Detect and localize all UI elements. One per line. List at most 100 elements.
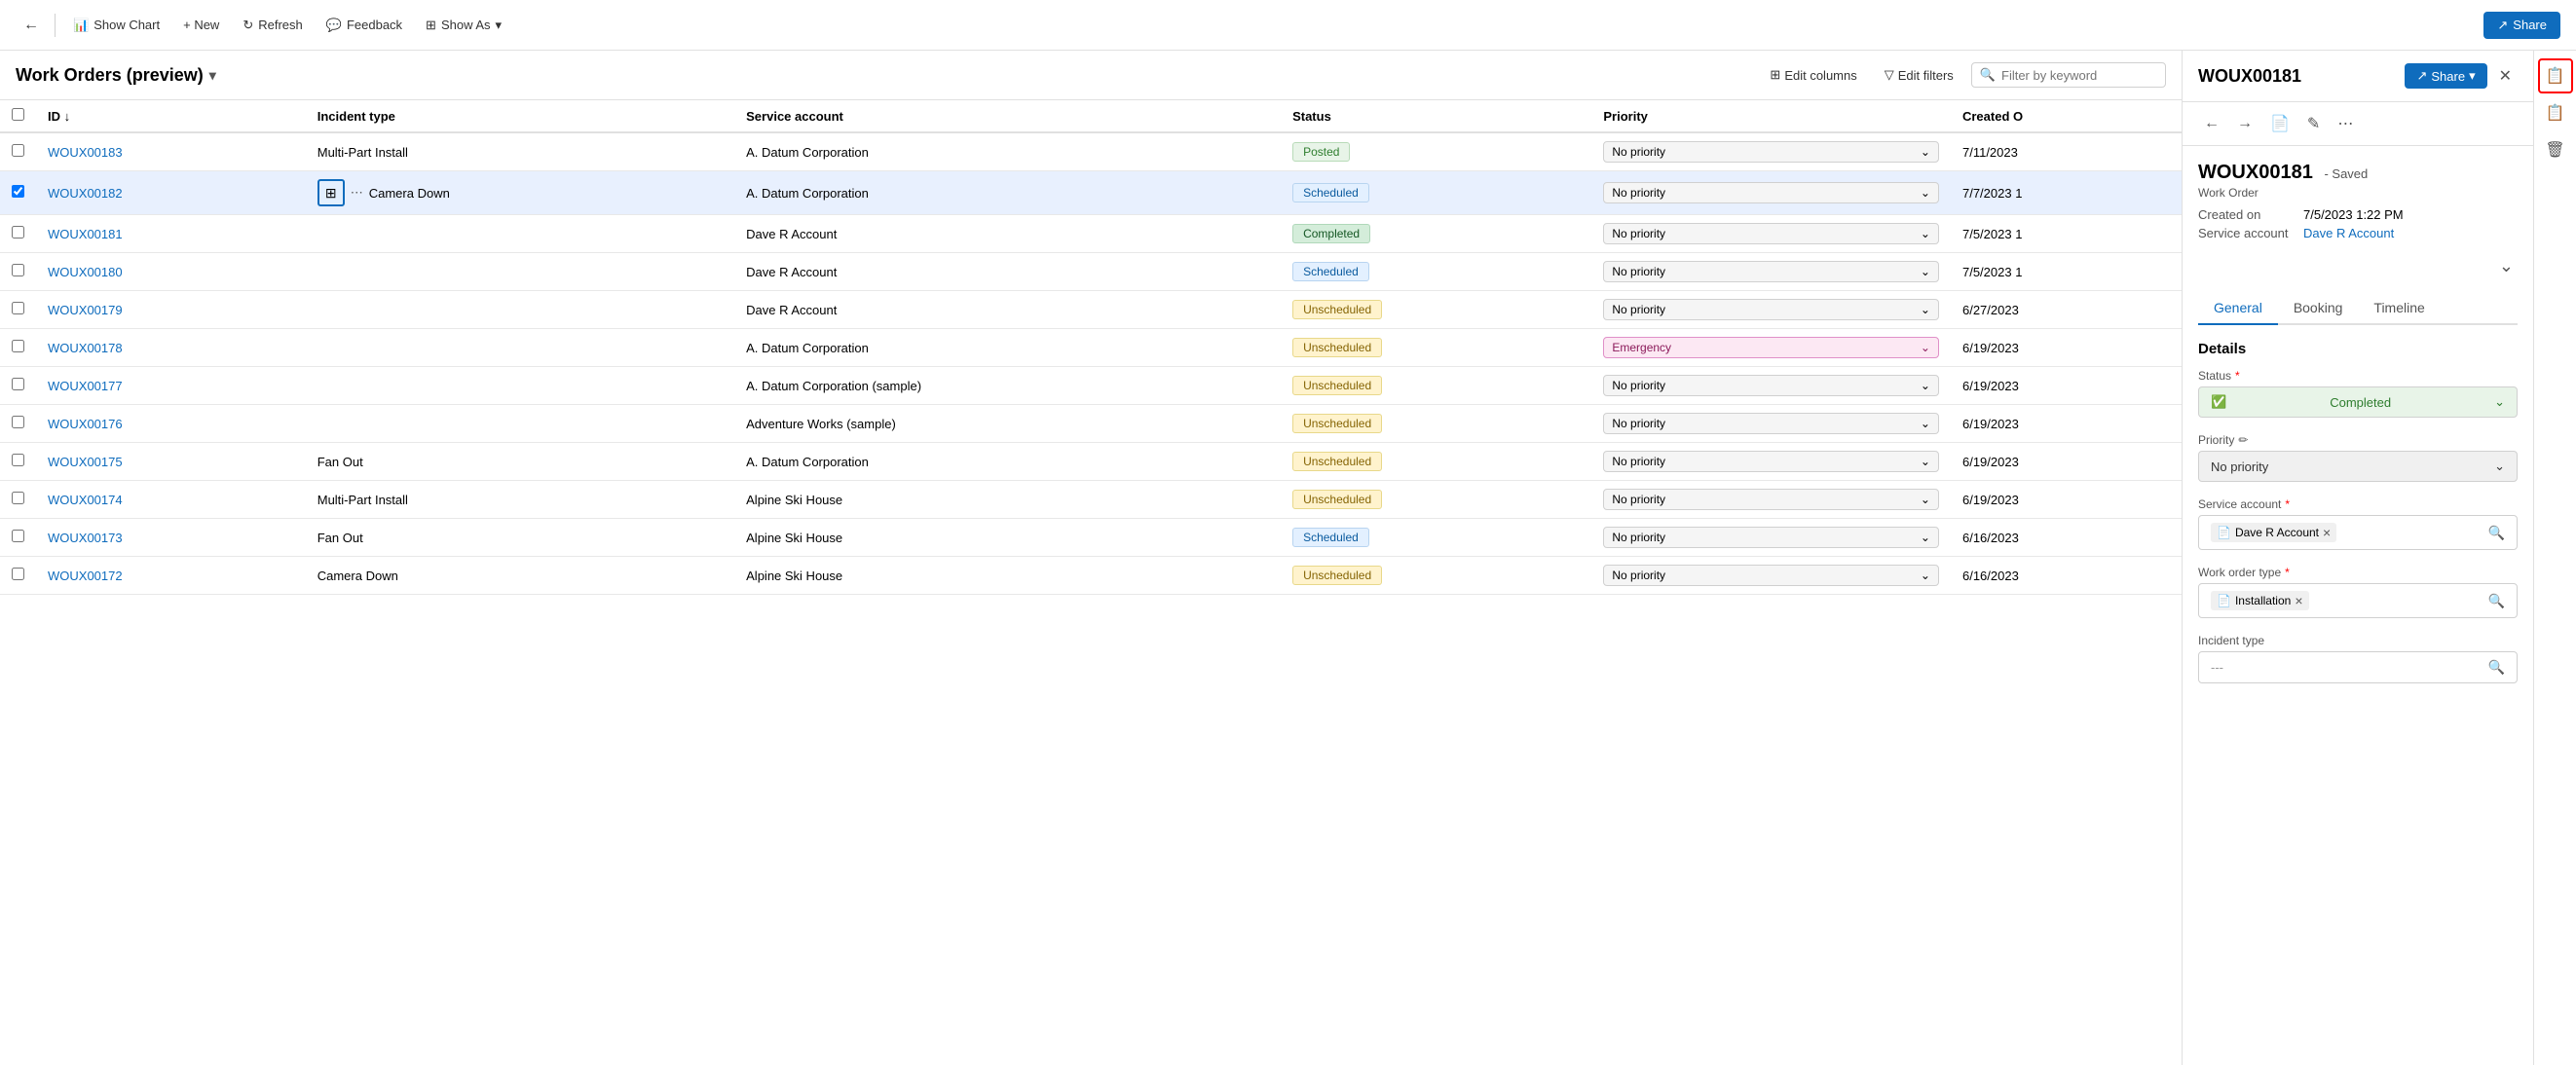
detail-close-button[interactable]: ✕: [2493, 62, 2518, 90]
row-checkbox[interactable]: [12, 416, 24, 428]
strip-button-2[interactable]: 📋: [2538, 95, 2573, 130]
nav-back-button[interactable]: ←: [2198, 111, 2225, 136]
collapse-button[interactable]: ⌄: [2495, 252, 2518, 280]
row-created: 6/27/2023: [1951, 291, 2182, 329]
header-id[interactable]: ID ↓: [36, 100, 306, 132]
row-checkbox[interactable]: [12, 492, 24, 504]
service-account-lookup-icon[interactable]: 🔍: [2488, 525, 2505, 541]
row-priority: No priority ⌄: [1591, 367, 1951, 405]
row-id-link[interactable]: WOUX00178: [48, 341, 123, 355]
row-priority-dropdown[interactable]: No priority ⌄: [1603, 141, 1939, 163]
share-button[interactable]: ↗ Share: [2483, 12, 2560, 39]
nav-forward-button[interactable]: →: [2231, 111, 2259, 136]
row-priority-dropdown[interactable]: No priority ⌄: [1603, 299, 1939, 320]
row-id: WOUX00177: [36, 367, 306, 405]
incident-type-field-value[interactable]: --- 🔍: [2198, 651, 2518, 683]
row-checkbox[interactable]: [12, 144, 24, 157]
header-status[interactable]: Status: [1281, 100, 1591, 132]
row-service-account: A. Datum Corporation (sample): [734, 367, 1281, 405]
new-button[interactable]: + New: [173, 12, 229, 38]
work-order-type-tag-text: Installation: [2235, 594, 2291, 607]
tab-timeline[interactable]: Timeline: [2358, 292, 2440, 325]
row-created: 7/11/2023: [1951, 132, 2182, 171]
row-id-link[interactable]: WOUX00176: [48, 417, 123, 431]
row-id-link[interactable]: WOUX00175: [48, 455, 123, 469]
nav-more-button[interactable]: ⋯: [2332, 110, 2359, 137]
meta-created-row: Created on 7/5/2023 1:22 PM: [2198, 207, 2518, 222]
row-checkbox[interactable]: [12, 454, 24, 466]
header-created[interactable]: Created O: [1951, 100, 2182, 132]
filter-input-container: 🔍: [1971, 62, 2166, 88]
row-id-link[interactable]: WOUX00173: [48, 531, 123, 545]
row-checkbox[interactable]: [12, 302, 24, 314]
priority-field-value[interactable]: No priority ⌄: [2198, 451, 2518, 482]
work-order-type-required: *: [2285, 566, 2290, 579]
row-priority-chevron: ⌄: [1921, 531, 1930, 544]
row-priority-dropdown[interactable]: No priority ⌄: [1603, 565, 1939, 586]
row-priority-dropdown[interactable]: No priority ⌄: [1603, 451, 1939, 472]
row-priority-dropdown[interactable]: No priority ⌄: [1603, 489, 1939, 510]
select-all-checkbox[interactable]: [12, 108, 24, 121]
show-as-button[interactable]: ⊞ Show As ▾: [416, 12, 511, 39]
row-id-link[interactable]: WOUX00183: [48, 145, 123, 160]
row-id-link[interactable]: WOUX00180: [48, 265, 123, 279]
header-service-account[interactable]: Service account: [734, 100, 1281, 132]
work-order-type-lookup-icon[interactable]: 🔍: [2488, 593, 2505, 609]
tab-booking[interactable]: Booking: [2278, 292, 2359, 325]
row-id-link[interactable]: WOUX00181: [48, 227, 123, 241]
row-checkbox[interactable]: [12, 568, 24, 580]
row-checkbox[interactable]: [12, 378, 24, 390]
row-id-link[interactable]: WOUX00182: [48, 186, 123, 201]
filter-input[interactable]: [2001, 68, 2157, 83]
service-account-field-label: Service account *: [2198, 497, 2518, 511]
row-priority-dropdown[interactable]: No priority ⌄: [1603, 261, 1939, 282]
detail-share-button[interactable]: ↗ Share ▾: [2405, 63, 2486, 89]
strip-button-1[interactable]: 📋: [2538, 58, 2573, 93]
row-priority-dropdown[interactable]: No priority ⌄: [1603, 223, 1939, 244]
row-priority-dropdown[interactable]: No priority ⌄: [1603, 527, 1939, 548]
edit-columns-label: Edit columns: [1784, 68, 1856, 83]
toolbar: ← 📊 Show Chart + New ↻ Refresh 💬 Feedbac…: [0, 0, 2576, 51]
row-id-link[interactable]: WOUX00177: [48, 379, 123, 393]
service-account-remove[interactable]: ×: [2323, 525, 2331, 540]
incident-type-lookup-icon[interactable]: 🔍: [2488, 659, 2505, 676]
nav-doc-button[interactable]: 📄: [2264, 110, 2296, 137]
row-priority-dropdown[interactable]: No priority ⌄: [1603, 182, 1939, 203]
header-incident-type[interactable]: Incident type: [306, 100, 734, 132]
edit-filters-button[interactable]: ▽ Edit filters: [1875, 62, 1963, 88]
status-field-value[interactable]: ✅ Completed ⌄: [2198, 386, 2518, 418]
service-account-field-value[interactable]: 📄 Dave R Account × 🔍: [2198, 515, 2518, 550]
refresh-button[interactable]: ↻ Refresh: [233, 12, 312, 39]
row-checkbox[interactable]: [12, 530, 24, 542]
tab-general[interactable]: General: [2198, 292, 2278, 325]
row-icon-btn[interactable]: ⊞: [317, 179, 345, 206]
table-row: WOUX00180 Dave R Account Scheduled No pr…: [0, 253, 2182, 291]
back-icon: ←: [23, 17, 39, 33]
row-checkbox[interactable]: [12, 340, 24, 352]
row-priority-dropdown[interactable]: Emergency ⌄: [1603, 337, 1939, 358]
record-header: WOUX00181 - Saved Work Order Created on …: [2198, 162, 2518, 240]
work-order-type-field-value[interactable]: 📄 Installation × 🔍: [2198, 583, 2518, 618]
list-title-arrow[interactable]: ▾: [209, 67, 216, 84]
meta-account-label: Service account: [2198, 226, 2296, 240]
refresh-label: Refresh: [258, 18, 303, 32]
header-priority[interactable]: Priority: [1591, 100, 1951, 132]
list-header: Work Orders (preview) ▾ ⊞ Edit columns ▽…: [0, 51, 2182, 100]
row-checkbox[interactable]: [12, 185, 24, 198]
row-checkbox[interactable]: [12, 264, 24, 276]
feedback-button[interactable]: 💬 Feedback: [317, 12, 412, 39]
meta-account-link[interactable]: Dave R Account: [2303, 226, 2394, 240]
row-checkbox[interactable]: [12, 226, 24, 239]
row-id-link[interactable]: WOUX00174: [48, 493, 123, 507]
back-button[interactable]: ←: [16, 13, 47, 38]
nav-edit-button[interactable]: ✎: [2301, 110, 2326, 137]
show-chart-button[interactable]: 📊 Show Chart: [63, 12, 169, 39]
edit-columns-button[interactable]: ⊞ Edit columns: [1760, 62, 1866, 88]
row-priority-dropdown[interactable]: No priority ⌄: [1603, 413, 1939, 434]
row-id-link[interactable]: WOUX00172: [48, 569, 123, 583]
strip-button-3[interactable]: 🗑: [2538, 132, 2573, 167]
row-more-icon[interactable]: ⋯: [351, 185, 363, 201]
work-order-type-remove[interactable]: ×: [2295, 593, 2302, 608]
row-priority-dropdown[interactable]: No priority ⌄: [1603, 375, 1939, 396]
row-id-link[interactable]: WOUX00179: [48, 303, 123, 317]
